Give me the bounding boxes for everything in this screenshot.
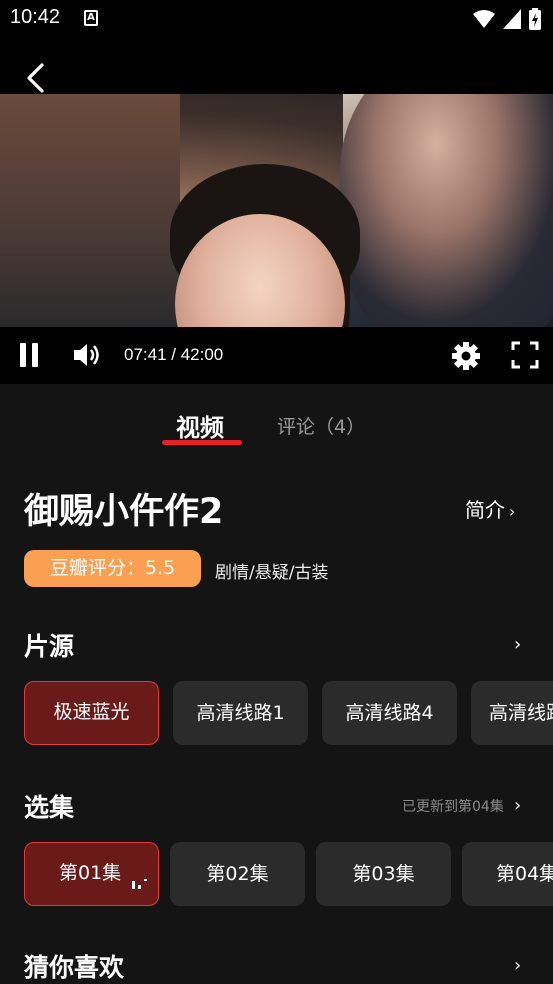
episodes-heading: 选集	[24, 793, 75, 822]
episode-chip[interactable]: 第01集	[24, 842, 159, 906]
video-figure-male	[340, 94, 553, 327]
back-arrow-icon[interactable]	[22, 62, 48, 94]
source-chip[interactable]: 高清线路4	[322, 681, 457, 745]
source-chip[interactable]: 高清线路	[471, 681, 553, 745]
episode-chip[interactable]: 第04集	[462, 842, 553, 906]
recommend-more-chevron-icon[interactable]: ›	[514, 955, 521, 976]
video-background	[0, 94, 180, 327]
chevron-right-icon: ›	[509, 502, 516, 521]
tab-video[interactable]: 视频	[176, 408, 224, 443]
volume-icon[interactable]	[72, 341, 102, 369]
episode-chip[interactable]: 第03集	[316, 842, 451, 906]
tab-comments[interactable]: 评论（4）	[277, 412, 365, 439]
douban-rating-badge: 豆瓣评分：5.5	[24, 550, 201, 587]
source-chip[interactable]: 极速蓝光	[24, 681, 159, 745]
episodes-updated-status[interactable]: 已更新到第04集	[402, 796, 504, 816]
battery-icon	[529, 8, 541, 30]
signal-icon	[503, 9, 521, 29]
intro-label: 简介	[465, 498, 505, 522]
playback-time: 07:41 / 42:00	[124, 345, 224, 364]
episode-label: 第01集	[59, 862, 122, 884]
content-tabs: 视频 评论（4）	[0, 384, 553, 454]
recommend-heading: 猜你喜欢	[24, 953, 125, 982]
video-frame[interactable]	[0, 94, 553, 327]
sources-heading: 片源	[24, 632, 75, 661]
sources-more-chevron-icon[interactable]: ›	[514, 634, 521, 655]
status-bar: 10:42 A	[0, 0, 553, 36]
intro-link[interactable]: 简介 ›	[465, 494, 515, 523]
episodes-more-chevron-icon[interactable]: ›	[514, 795, 521, 816]
tab-active-indicator	[162, 440, 242, 445]
show-title: 御赐小仵作2	[24, 492, 224, 532]
status-icons	[473, 8, 541, 30]
genre-tags: 剧情/悬疑/古装	[215, 563, 329, 583]
player-top-bar	[0, 36, 553, 94]
settings-gear-icon[interactable]	[451, 341, 481, 371]
fullscreen-icon[interactable]	[511, 341, 539, 369]
wifi-icon	[473, 10, 495, 28]
notification-icon: A	[84, 10, 98, 26]
now-playing-icon	[132, 879, 147, 889]
episode-chip[interactable]: 第02集	[170, 842, 305, 906]
player-controls: 07:41 / 42:00	[0, 327, 553, 384]
source-chip[interactable]: 高清线路1	[173, 681, 308, 745]
status-time: 10:42	[10, 6, 61, 28]
pause-icon[interactable]	[18, 341, 40, 369]
